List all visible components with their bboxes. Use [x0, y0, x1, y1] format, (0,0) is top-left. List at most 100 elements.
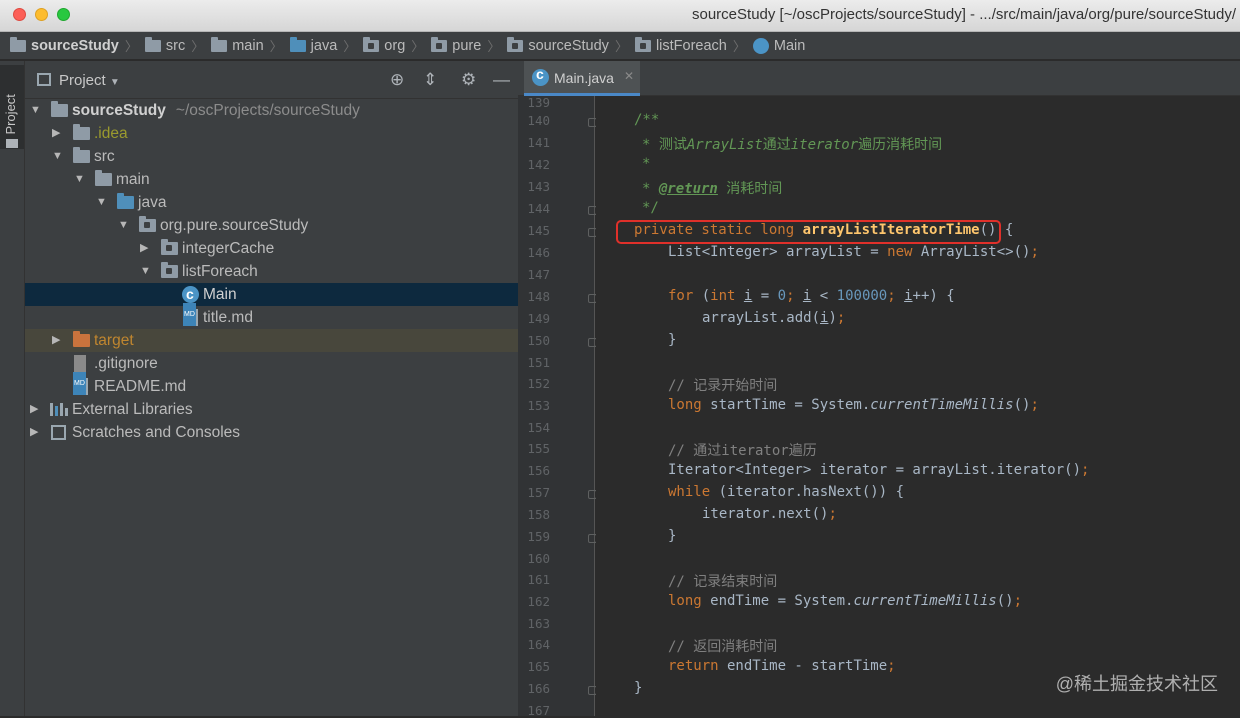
tree-item-listforeach[interactable]: ▼ listForeach — [25, 260, 518, 283]
folder-icon — [6, 139, 18, 148]
tree-item-gitignore[interactable]: .gitignore — [25, 352, 518, 375]
chevron-right-icon: 〉 — [343, 39, 357, 54]
zoom-window-button[interactable] — [57, 8, 70, 21]
tree-item-sourcestudy[interactable]: ▼ sourceStudy ~/oscProjects/sourceStudy — [25, 99, 518, 122]
tree-item-src[interactable]: ▼ src — [25, 145, 518, 168]
expanded-arrow-icon[interactable]: ▼ — [74, 168, 85, 191]
project-view-selector[interactable]: Project ▼ — [59, 72, 120, 89]
tree-item-title-md[interactable]: title.md — [25, 303, 518, 329]
code-line: while (iterator.hasNext()) { — [668, 484, 905, 500]
code-line: * — [642, 156, 651, 172]
expanded-arrow-icon[interactable]: ▼ — [52, 145, 63, 168]
line-number: 139 — [527, 95, 550, 110]
locate-file-icon[interactable]: ⊕ — [390, 70, 404, 90]
collapsed-arrow-icon[interactable]: ▶ — [30, 398, 38, 421]
package-icon — [161, 262, 178, 278]
code-line: Iterator<Integer> iterator = arrayList.i… — [668, 462, 1090, 478]
close-icon[interactable]: ✕ — [624, 69, 634, 83]
expanded-arrow-icon[interactable]: ▼ — [96, 191, 107, 214]
breadcrumb-item[interactable]: main — [211, 36, 264, 54]
line-number: 149 — [527, 311, 550, 326]
line-number: 159 — [527, 529, 550, 544]
breadcrumb-item[interactable]: sourceStudy — [507, 36, 609, 54]
breadcrumb-item[interactable]: src — [144, 36, 185, 54]
code-line: List<Integer> arrayList = new ArrayList<… — [668, 244, 1039, 260]
breadcrumb-item[interactable]: java — [289, 36, 337, 54]
tree-item-readme[interactable]: README.md — [25, 372, 518, 398]
line-number: 163 — [527, 616, 550, 631]
breadcrumb-item[interactable]: org — [363, 36, 405, 54]
line-number: 153 — [527, 398, 550, 413]
line-number: 156 — [527, 463, 550, 478]
line-number: 144 — [527, 201, 550, 216]
watermark: @稀土掘金技术社区 — [1055, 674, 1218, 694]
line-number-gutter: 139 140 141 142 143 144 145 146 147 148 149 150 151 1… — [518, 95, 597, 718]
highlight-annotation-box — [616, 220, 1001, 244]
tree-item-main[interactable]: ▼ main — [25, 168, 518, 191]
minimize-window-button[interactable] — [35, 8, 48, 21]
code-line: long endTime = System.currentTimeMillis(… — [668, 593, 1023, 609]
expanded-arrow-icon[interactable]: ▼ — [140, 260, 151, 283]
code-line: arrayList.add(i); — [702, 310, 846, 326]
chevron-right-icon: 〉 — [614, 39, 628, 54]
folder-icon — [95, 170, 112, 186]
project-tool-tab[interactable]: 1: Project — [0, 65, 24, 149]
line-number: 146 — [527, 245, 550, 260]
line-number: 150 — [527, 333, 550, 348]
title-bar: sourceStudy [~/oscProjects/sourceStudy] … — [0, 0, 1240, 32]
code-line: * 测试ArrayList通过iterator遍历消耗时间 — [642, 137, 943, 153]
tool-window-stripe: 1: Project — [0, 61, 25, 716]
line-number: 143 — [527, 179, 550, 194]
code-line: // 记录结束时间 — [668, 574, 778, 590]
expanded-arrow-icon[interactable]: ▼ — [30, 99, 41, 122]
tree-item-external-libraries[interactable]: ▶ External Libraries — [25, 398, 518, 421]
package-icon — [431, 36, 448, 52]
collapse-all-icon[interactable]: ⇕ — [423, 70, 437, 90]
tree-item-scratches[interactable]: ▶ Scratches and Consoles — [25, 421, 518, 444]
package-icon — [634, 36, 651, 52]
line-number: 152 — [527, 376, 550, 391]
caret-down-icon: ▼ — [109, 77, 120, 88]
code-line: iterator.next(); — [702, 506, 837, 522]
line-number: 147 — [527, 267, 550, 282]
tree-item-target[interactable]: ▶ target — [25, 329, 518, 352]
line-number: 151 — [527, 355, 550, 370]
chevron-right-icon: 〉 — [124, 39, 138, 54]
tree-item-main-class[interactable]: Main — [25, 283, 518, 306]
close-window-button[interactable] — [13, 8, 26, 21]
breadcrumb-item[interactable]: pure — [431, 36, 481, 54]
code-line: } — [668, 332, 677, 348]
package-icon — [161, 239, 178, 255]
code-line: } — [634, 680, 643, 696]
breadcrumb-item[interactable]: listForeach — [634, 36, 727, 54]
code-line: /** — [634, 112, 660, 128]
tree-item-java[interactable]: ▼ java — [25, 191, 518, 214]
expanded-arrow-icon[interactable]: ▼ — [118, 214, 129, 237]
breadcrumb-item[interactable]: Main — [752, 37, 805, 54]
code-editor[interactable]: /** * 测试ArrayList通过iterator遍历消耗时间 * * @r… — [596, 96, 1240, 716]
tree-item-package[interactable]: ▼ org.pure.sourceStudy — [25, 214, 518, 237]
markdown-file-icon — [73, 372, 88, 395]
collapsed-arrow-icon[interactable]: ▶ — [30, 421, 38, 444]
tab-main-java[interactable]: Main.java ✕ — [524, 61, 640, 96]
line-number: 157 — [527, 485, 550, 500]
project-view-icon — [37, 73, 51, 86]
project-panel: Project ▼ ⊕ ⇕ ⚙ — ▼ sourceStudy ~/oscProj… — [25, 61, 518, 716]
markdown-file-icon — [183, 303, 198, 326]
collapsed-arrow-icon[interactable]: ▶ — [140, 237, 148, 260]
gear-icon[interactable]: ⚙ — [461, 70, 476, 90]
collapsed-arrow-icon[interactable]: ▶ — [52, 329, 60, 352]
line-number: 166 — [527, 681, 550, 696]
chevron-right-icon: 〉 — [411, 39, 425, 54]
hide-panel-icon[interactable]: — — [493, 70, 510, 90]
collapsed-arrow-icon[interactable]: ▶ — [52, 122, 60, 145]
line-number: 140 — [527, 113, 550, 128]
code-line: // 记录开始时间 — [668, 378, 778, 394]
line-number: 161 — [527, 572, 550, 587]
java-class-icon — [532, 66, 549, 86]
breadcrumb-item[interactable]: sourceStudy — [10, 36, 119, 54]
folder-icon — [73, 124, 90, 140]
chevron-right-icon: 〉 — [487, 39, 501, 54]
tree-item-integercache[interactable]: ▶ integerCache — [25, 237, 518, 260]
tree-item-idea[interactable]: ▶ .idea — [25, 122, 518, 145]
